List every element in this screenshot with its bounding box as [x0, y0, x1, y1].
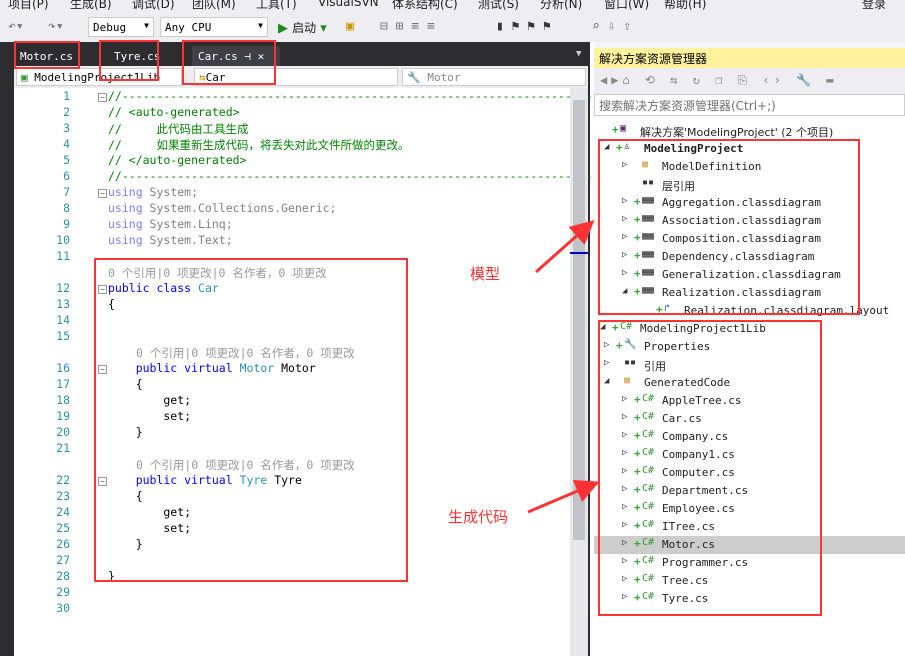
annotation-arrows [527, 220, 600, 514]
arrow-to-generated-code [527, 479, 600, 514]
arrow-to-model [535, 220, 595, 274]
